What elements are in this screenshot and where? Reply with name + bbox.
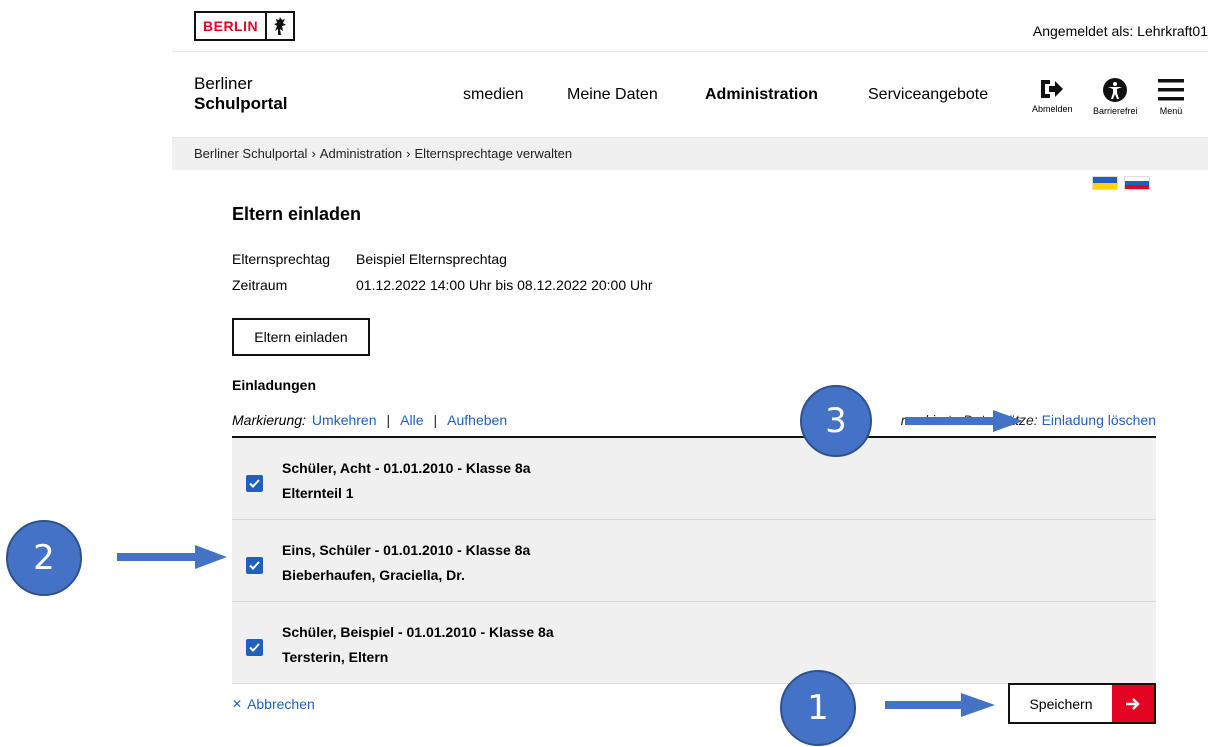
ukraine-flag-icon[interactable] [1092, 176, 1118, 190]
annotation-marker-3: 3 [800, 385, 872, 457]
menu-icon [1158, 79, 1184, 101]
meta-key: Zeitraum [232, 277, 288, 293]
annotation-marker-1: 1 [780, 670, 856, 746]
save-label: Speichern [1029, 695, 1093, 712]
meta-parent-day: Elternsprechtag Beispiel Elternsprechtag [232, 251, 507, 267]
russia-flag-icon[interactable] [1124, 176, 1150, 190]
accessibility-icon [1103, 78, 1128, 102]
student-info: Eins, Schüler - 01.01.2010 - Klasse 8a [282, 542, 531, 558]
bear-icon [267, 13, 293, 39]
invitation-list: Schüler, Acht - 01.01.2010 - Klasse 8a E… [232, 436, 1156, 684]
portal-brand[interactable]: Berliner Schulportal [194, 74, 288, 114]
parent-name: Tersterin, Eltern [282, 649, 389, 665]
meta-key: Elternsprechtag [232, 251, 331, 267]
invite-parents-button[interactable]: Eltern einladen [232, 318, 370, 356]
annotation-arrow-right [905, 410, 1023, 432]
main-navigation: Berliner Schulportal smedien Meine Daten… [172, 52, 1208, 138]
arrow-right-icon [1112, 685, 1154, 722]
annotation-arrow-right [885, 693, 995, 717]
accessibility-button[interactable]: Barrierefrei [1093, 77, 1138, 116]
separator: | [433, 412, 438, 428]
check-icon [249, 479, 260, 488]
check-icon [249, 561, 260, 570]
marking-label: Markierung: [232, 412, 306, 428]
list-item[interactable]: Schüler, Acht - 01.01.2010 - Klasse 8a E… [232, 438, 1156, 520]
breadcrumb-item[interactable]: Administration [320, 146, 402, 161]
select-all-link[interactable]: Alle [400, 412, 423, 428]
separator: | [386, 412, 391, 428]
chevron-right-icon: › [406, 146, 411, 161]
logout-button[interactable]: Abmelden [1032, 77, 1073, 114]
breadcrumb-item[interactable]: Berliner Schulportal [194, 146, 307, 161]
cancel-label: Abbrechen [247, 696, 315, 712]
menu-label: Menü [1159, 106, 1183, 116]
page-title: Eltern einladen [232, 204, 362, 224]
checkbox[interactable] [246, 557, 263, 574]
chevron-right-icon: › [311, 146, 316, 161]
marking-controls: Markierung: Umkehren | Alle | Aufheben [232, 412, 507, 428]
student-info: Schüler, Beispiel - 01.01.2010 - Klasse … [282, 624, 554, 640]
berlin-logo[interactable]: BERLIN [194, 11, 296, 41]
brand-line1: Berliner [194, 74, 253, 93]
list-item[interactable]: Schüler, Beispiel - 01.01.2010 - Klasse … [232, 602, 1156, 684]
meta-value: Beispiel Elternsprechtag [356, 251, 507, 267]
breadcrumb: Berliner Schulportal › Administration › … [194, 146, 572, 161]
student-info: Schüler, Acht - 01.01.2010 - Klasse 8a [282, 460, 531, 476]
meta-value: 01.12.2022 14:00 Uhr bis 08.12.2022 20:0… [356, 277, 653, 293]
annotation-arrow-right [117, 545, 227, 569]
breadcrumb-bar: Berliner Schulportal › Administration › … [172, 138, 1208, 170]
annotation-marker-2: 2 [6, 520, 82, 596]
logout-icon [1041, 80, 1064, 98]
menu-button[interactable]: Menü [1157, 77, 1185, 116]
brand-line2: Schulportal [194, 94, 288, 113]
parent-name: Elternteil 1 [282, 485, 354, 501]
invert-selection-link[interactable]: Umkehren [312, 412, 377, 428]
top-bar: BERLIN Angemeldet als: Lehrkraft01 [172, 8, 1208, 52]
nav-item-medien[interactable]: smedien [463, 86, 523, 104]
language-switcher [1092, 176, 1150, 190]
logout-label: Abmelden [1032, 104, 1073, 114]
breadcrumb-current: Elternsprechtage verwalten [414, 146, 573, 161]
save-button[interactable]: Speichern [1008, 683, 1156, 724]
parent-name: Bieberhaufen, Graciella, Dr. [282, 567, 465, 583]
accessibility-label: Barrierefrei [1093, 106, 1138, 116]
delete-invitation-link[interactable]: Einladung löschen [1042, 412, 1156, 428]
close-icon: ✕ [232, 697, 243, 711]
list-item[interactable]: Eins, Schüler - 01.01.2010 - Klasse 8a B… [232, 520, 1156, 602]
clear-selection-link[interactable]: Aufheben [447, 412, 507, 428]
nav-item-administration[interactable]: Administration [705, 86, 818, 104]
checkbox[interactable] [246, 639, 263, 656]
logged-in-status: Angemeldet als: Lehrkraft01 [1032, 23, 1208, 39]
logo-text: BERLIN [196, 13, 268, 39]
section-title: Einladungen [232, 377, 316, 393]
cancel-link[interactable]: ✕ Abbrechen [232, 696, 315, 712]
checkbox[interactable] [246, 475, 263, 492]
nav-item-serviceangebote[interactable]: Serviceangebote [868, 86, 988, 104]
nav-item-meine-daten[interactable]: Meine Daten [567, 86, 658, 104]
meta-period: Zeitraum 01.12.2022 14:00 Uhr bis 08.12.… [232, 277, 653, 293]
check-icon [249, 643, 260, 652]
